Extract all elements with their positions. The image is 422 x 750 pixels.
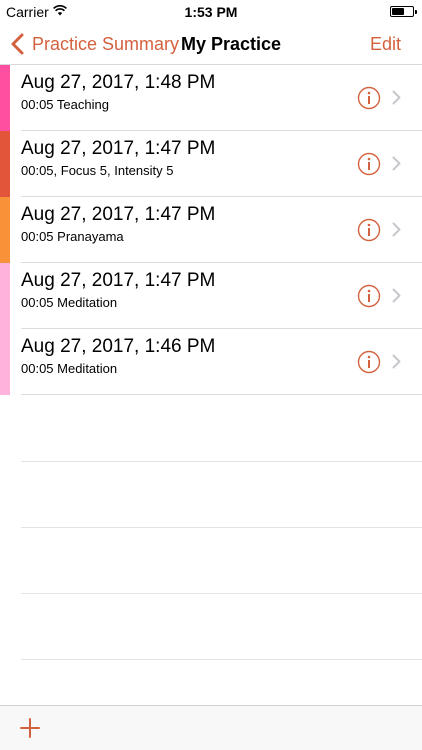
chevron-right-icon — [392, 354, 401, 369]
session-details: 00:05 Teaching — [21, 97, 109, 112]
back-button-label: Practice Summary — [32, 33, 180, 54]
list-item[interactable]: Aug 27, 2017, 1:46 PM 00:05 Meditation — [0, 329, 422, 395]
list-item[interactable]: Aug 27, 2017, 1:47 PM 00:05 Meditation — [0, 263, 422, 329]
info-icon[interactable] — [357, 86, 381, 110]
chevron-left-icon — [11, 33, 24, 55]
session-details: 00:05 Meditation — [21, 295, 118, 310]
back-button[interactable]: Practice Summary — [10, 30, 179, 58]
list-item[interactable]: Aug 27, 2017, 1:47 PM 00:05 Pranayama — [0, 197, 422, 263]
battery-level — [392, 8, 404, 15]
info-icon[interactable] — [357, 350, 381, 374]
info-icon[interactable] — [357, 218, 381, 242]
row-separator — [21, 593, 422, 594]
session-date: Aug 27, 2017, 1:47 PM — [21, 204, 216, 225]
session-details: 00:05 Pranayama — [21, 229, 124, 244]
info-icon[interactable] — [357, 152, 381, 176]
status-clock: 1:53 PM — [184, 4, 238, 20]
chevron-right-icon — [392, 222, 401, 237]
category-color-strip — [0, 131, 10, 197]
battery-icon — [390, 6, 417, 17]
row-separator — [21, 394, 422, 395]
chevron-right-icon — [392, 288, 401, 303]
row-separator — [21, 659, 422, 660]
session-date: Aug 27, 2017, 1:48 PM — [21, 72, 216, 93]
session-date: Aug 27, 2017, 1:46 PM — [21, 336, 216, 357]
category-color-strip — [0, 65, 10, 131]
plus-icon[interactable] — [20, 718, 40, 738]
category-color-strip — [0, 197, 10, 263]
navigation-bar: Practice Summary My Practice Edit — [0, 24, 422, 65]
list-item[interactable]: Aug 27, 2017, 1:47 PM 00:05, Focus 5, In… — [0, 131, 422, 197]
session-list: Aug 27, 2017, 1:48 PM 00:05 Teaching Aug… — [0, 65, 422, 395]
session-date: Aug 27, 2017, 1:47 PM — [21, 138, 216, 159]
session-details: 00:05 Meditation — [21, 361, 118, 376]
status-bar: Carrier 1:53 PM — [0, 0, 422, 24]
category-color-strip — [0, 329, 10, 395]
chevron-right-icon — [392, 90, 401, 105]
list-item[interactable]: Aug 27, 2017, 1:48 PM 00:05 Teaching — [0, 65, 422, 131]
session-details: 00:05, Focus 5, Intensity 5 — [21, 163, 174, 178]
row-separator — [21, 461, 422, 462]
row-separator — [21, 527, 422, 528]
info-icon[interactable] — [357, 284, 381, 308]
page-title: My Practice — [181, 34, 282, 54]
chevron-right-icon — [392, 156, 401, 171]
session-date: Aug 27, 2017, 1:47 PM — [21, 270, 216, 291]
edit-button[interactable]: Edit — [370, 34, 401, 55]
bottom-toolbar — [0, 705, 422, 750]
category-color-strip — [0, 263, 10, 329]
